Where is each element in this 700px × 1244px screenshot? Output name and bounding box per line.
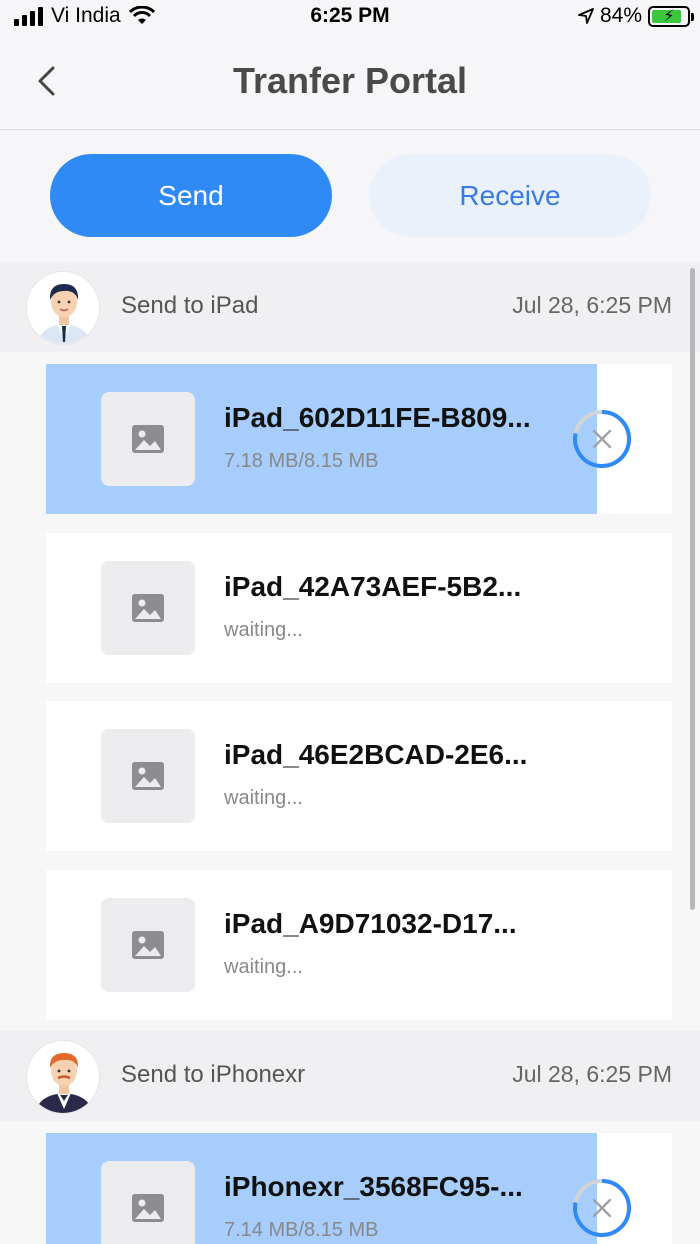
file-name: iPad_42A73AEF-5B2... <box>224 571 522 602</box>
file-status: waiting... <box>224 956 303 978</box>
group-label: Send to iPad <box>121 292 259 319</box>
file-item[interactable]: iPad_A9D71032-D17... waiting... <box>46 870 672 1020</box>
group-time: Jul 28, 6:25 PM <box>512 292 672 318</box>
file-item[interactable]: iPad_602D11FE-B809... 7.18 MB/8.15 MB <box>46 364 672 514</box>
file-thumbnail <box>101 729 195 823</box>
scrollbar[interactable] <box>690 268 695 910</box>
avatar <box>26 271 100 345</box>
file-name: iPad_A9D71032-D17... <box>224 908 517 939</box>
send-receive-tabs: Send Receive <box>0 131 700 262</box>
file-thumbnail <box>101 392 195 486</box>
file-item[interactable]: iPad_46E2BCAD-2E6... waiting... <box>46 701 672 851</box>
status-right: 84% ⚡ <box>578 4 694 28</box>
file-name: iPad_46E2BCAD-2E6... <box>224 739 528 770</box>
file-name: iPad_602D11FE-B809... <box>224 402 531 433</box>
file-status: waiting... <box>224 787 303 809</box>
file-thumbnail <box>101 561 195 655</box>
file-item[interactable]: iPhonexr_3568FC95-... 7.14 MB/8.15 MB <box>46 1133 672 1244</box>
file-thumbnail <box>101 1161 195 1244</box>
file-item[interactable]: iPad_42A73AEF-5B2... waiting... <box>46 533 672 683</box>
image-icon <box>132 762 164 790</box>
nav-bar: Tranfer Portal <box>0 34 700 130</box>
file-status: waiting... <box>224 619 303 641</box>
group-time: Jul 28, 6:25 PM <box>512 1061 672 1087</box>
person-avatar-icon <box>35 1053 93 1113</box>
group-header-iphonexr: Send to iPhonexr Jul 28, 6:25 PM <box>0 1031 700 1121</box>
page-title: Tranfer Portal <box>232 60 468 101</box>
file-name: iPhonexr_3568FC95-... <box>224 1171 523 1202</box>
close-icon <box>592 429 612 449</box>
person-avatar-icon <box>37 284 91 344</box>
battery-icon: ⚡ <box>648 5 694 27</box>
cancel-transfer-button[interactable] <box>572 1178 632 1238</box>
image-icon <box>132 425 164 453</box>
image-icon <box>132 931 164 959</box>
group-header-ipad: Send to iPad Jul 28, 6:25 PM <box>0 262 700 352</box>
file-thumbnail <box>101 898 195 992</box>
avatar <box>26 1040 100 1114</box>
tab-receive[interactable]: Receive <box>369 154 651 237</box>
file-status: 7.18 MB/8.15 MB <box>224 450 379 472</box>
close-icon <box>592 1198 612 1218</box>
file-list: iPhonexr_3568FC95-... 7.14 MB/8.15 MB <box>0 1121 700 1244</box>
location-arrow-icon <box>578 8 594 24</box>
status-bar: Vi India 6:25 PM 84% ⚡ <box>0 0 700 34</box>
battery-percent: 84% <box>599 4 642 27</box>
image-icon <box>132 1194 164 1222</box>
file-status: 7.14 MB/8.15 MB <box>224 1219 379 1241</box>
image-icon <box>132 594 164 622</box>
file-list: iPad_602D11FE-B809... 7.18 MB/8.15 MB iP… <box>0 352 700 1030</box>
tab-send[interactable]: Send <box>50 154 332 237</box>
cancel-transfer-button[interactable] <box>572 409 632 469</box>
group-label: Send to iPhonexr <box>121 1061 306 1088</box>
